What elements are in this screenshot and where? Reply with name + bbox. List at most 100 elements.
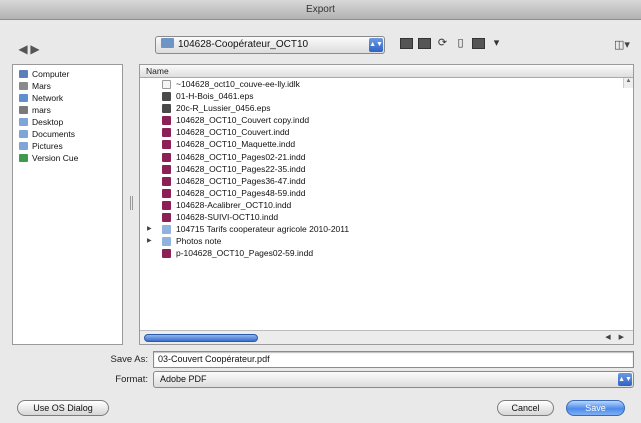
disclosure-triangle-icon[interactable]: ▶ [147,223,152,235]
column-view-icon[interactable]: ⟳ [436,38,449,49]
icon-view-icon[interactable] [400,38,413,50]
sidebar-item-label: Documents [32,129,75,139]
list-item[interactable]: 104628_OCT10_Pages02-21.indd [140,151,633,163]
sidebar-item-pictures[interactable]: Pictures [13,141,122,152]
file-name: 104628-Acalibrer_OCT10.indd [176,199,292,210]
hard-drive-icon [19,82,28,90]
idlk-file-icon [162,80,171,89]
indd-file-icon [162,128,171,138]
file-name: 104628_OCT10_Couvert.indd [176,127,290,138]
list-item[interactable]: p-104628_OCT10_Pages02-59.indd [140,247,633,259]
format-value: Adobe PDF [160,374,207,384]
file-name: ~104628_oct10_couve-ee-lly.idlk [176,79,300,89]
home-icon [19,106,28,114]
list-view-icon[interactable] [418,38,431,50]
format-label: Format: [115,374,148,385]
list-item[interactable]: 104628_OCT10_Maquette.indd [140,138,633,150]
indd-file-icon [162,200,171,210]
list-item[interactable]: ▶ Photos note [140,235,633,247]
indd-file-icon [162,152,171,162]
save-as-field[interactable]: 03-Couvert Coopérateur.pdf [153,351,634,368]
indd-file-icon [162,176,171,186]
nav-arrows: ◀▶ [18,42,42,56]
indd-file-icon [162,164,171,174]
sidebar-item-mars[interactable]: mars [13,105,122,116]
file-name: Photos note [176,236,222,247]
back-arrow-icon[interactable]: ◀ [18,42,30,56]
column-header-name[interactable]: Name [140,65,633,78]
list-item[interactable]: 104628_OCT10_Pages22-35.indd [140,163,633,175]
format-select[interactable]: Adobe PDF ▲▼ [153,371,634,388]
save-button[interactable]: Save [566,400,625,416]
sidebar: Computer Mars Network mars Desktop Documents P… [12,64,123,345]
sidebar-item-computer[interactable]: Computer [13,69,122,80]
documents-folder-icon [19,130,28,138]
splitter[interactable] [126,64,138,345]
sidebar-item-mars[interactable]: Mars [13,81,122,92]
pictures-folder-icon [19,142,28,150]
file-name: 104628_OCT10_Pages36-47.indd [176,175,306,186]
version-cue-icon [19,154,28,162]
eps-file-icon [162,104,171,114]
sidebar-item-documents[interactable]: Documents [13,129,122,140]
folder-icon [162,225,171,235]
new-folder-icon[interactable]: ▯ [454,38,467,49]
file-name: p-104628_OCT10_Pages02-59.indd [176,248,314,259]
file-name: 104715 Tarifs cooperateur agricole 2010-… [176,224,350,235]
column-header-label: Name [146,66,169,76]
list-item[interactable]: 20c-R_Lussier_0456.eps [140,102,633,114]
select-arrows-icon: ▲▼ [618,373,632,386]
list-item[interactable]: 104628-Acalibrer_OCT10.indd [140,199,633,211]
file-name: 104628-SUIVI-OCT10.indd [176,212,279,223]
sidebar-item-label: Desktop [32,117,64,127]
disclosure-triangle-icon[interactable]: ▶ [147,235,152,247]
splitter-grip-icon[interactable] [130,196,133,210]
list-item[interactable]: ~104628_oct10_couve-ee-lly.idlk [140,78,633,90]
horizontal-scrollbar[interactable]: ◀ ▶ [140,330,633,344]
scroll-thumb[interactable] [144,334,258,342]
sidebar-item-label: Computer [32,69,70,79]
forward-arrow-icon[interactable]: ▶ [30,42,42,56]
scroll-arrows-icon[interactable]: ◀ ▶ [605,333,627,341]
trash-icon[interactable] [472,38,485,50]
file-name: 01-H-Bois_0461.eps [176,91,254,102]
file-name: 104628_OCT10_Pages02-21.indd [176,151,306,162]
file-rows: ~104628_oct10_couve-ee-lly.idlk 01-H-Bois… [140,78,633,259]
action-menu-icon[interactable]: ▾ [490,38,503,49]
sidebar-item-label: mars [32,105,51,115]
cancel-button[interactable]: Cancel [497,400,554,416]
folder-icon [162,237,171,247]
popup-arrows-icon: ▲▼ [369,38,383,52]
path-folder-name: 104628-Coopérateur_OCT10 [178,39,309,50]
folder-icon [161,38,174,48]
list-item[interactable]: 01-H-Bois_0461.eps [140,90,633,102]
indd-file-icon [162,188,171,198]
indd-file-icon [162,213,171,223]
toolbar: ◀▶ 104628-Coopérateur_OCT10 ▲▼ ⟳ ▯ ▾ ◫▾ [0,20,641,70]
sidebar-item-label: Mars [32,81,51,91]
list-item[interactable]: 104628_OCT10_Pages48-59.indd [140,187,633,199]
desktop-folder-icon [19,118,28,126]
computer-icon [19,70,28,78]
path-popup[interactable]: 104628-Coopérateur_OCT10 ▲▼ [155,36,385,54]
window-title: Export [0,0,641,20]
sidebar-item-version-cue[interactable]: Version Cue [13,153,122,164]
list-item[interactable]: 104628_OCT10_Couvert copy.indd [140,114,633,126]
list-item[interactable]: ▶ 104715 Tarifs cooperateur agricole 2010… [140,223,633,235]
file-name: 104628_OCT10_Pages48-59.indd [176,187,306,198]
view-menu-icon[interactable]: ◫▾ [614,38,630,51]
toolbar-icons: ⟳ ▯ ▾ [400,38,508,54]
indd-file-icon [162,140,171,150]
list-item[interactable]: 104628-SUIVI-OCT10.indd [140,211,633,223]
list-item[interactable]: 104628_OCT10_Pages36-47.indd [140,175,633,187]
sidebar-item-label: Version Cue [32,153,79,163]
list-item[interactable]: 104628_OCT10_Couvert.indd [140,126,633,138]
file-name: 104628_OCT10_Pages22-35.indd [176,163,306,174]
sidebar-item-desktop[interactable]: Desktop [13,117,122,128]
sidebar-item-label: Network [32,93,64,103]
use-os-dialog-button[interactable]: Use OS Dialog [17,400,109,416]
file-name: 104628_OCT10_Couvert copy.indd [176,115,310,126]
file-name: 104628_OCT10_Maquette.indd [176,139,296,150]
sidebar-item-network[interactable]: Network [13,93,122,104]
eps-file-icon [162,92,171,102]
